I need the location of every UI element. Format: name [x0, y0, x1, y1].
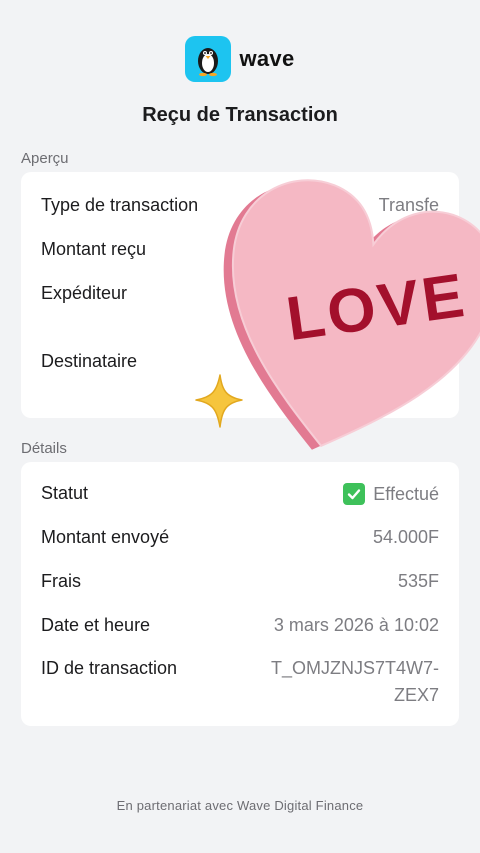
row-fees: Frais 535F [41, 571, 439, 592]
transaction-id-line-2: ZEX7 [393, 685, 439, 705]
page-title: Reçu de Transaction [142, 104, 338, 126]
transaction-type-label: Type de transaction [41, 195, 199, 215]
status-label: Statut [41, 483, 89, 503]
date-time-label: Date et heure [41, 615, 151, 635]
amount-sent-value: 54.000F [372, 527, 439, 547]
transaction-id-line-1: T_OMJZNJS7T4W7- [270, 658, 439, 678]
sender-label: Expéditeur [41, 283, 128, 303]
heart-sticker-icon: LOVE [223, 179, 480, 450]
check-mark-icon [343, 483, 366, 505]
amount-sent-label: Montant envoyé [41, 527, 170, 547]
status-value: Effectué [373, 483, 439, 504]
fees-label: Frais [41, 571, 81, 591]
wave-logo [185, 36, 232, 82]
amount-received-label: Montant reçu [41, 239, 147, 259]
penguin-icon [198, 48, 219, 77]
transaction-id-label: ID de transaction [41, 658, 178, 678]
row-status: Statut Effectué [41, 483, 439, 505]
sparkle-icon [195, 374, 243, 428]
brand-header: wave [0, 36, 480, 82]
row-date-time: Date et heure 3 mars 2026 à 10:02 [41, 615, 439, 636]
fees-value: 535F [397, 571, 439, 591]
apercu-section-label: Aperçu [21, 150, 69, 167]
details-card: Statut Effectué Montant envoyé 54.000F F… [21, 462, 459, 726]
row-transaction-id: ID de transaction T_OMJZNJS7T4W7- ZEX7 [41, 658, 439, 709]
status-value-group: Effectué [343, 483, 439, 505]
transaction-id-value: T_OMJZNJS7T4W7- ZEX7 [271, 655, 439, 709]
recipient-label: Destinataire [41, 351, 138, 371]
row-amount-sent: Montant envoyé 54.000F [41, 527, 439, 548]
footer-partner-text: En partenariat avec Wave Digital Finance [116, 798, 364, 813]
brand-name: wave [239, 46, 295, 71]
details-section-label: Détails [21, 440, 67, 457]
date-time-value: 3 mars 2026 à 10:02 [273, 615, 439, 635]
